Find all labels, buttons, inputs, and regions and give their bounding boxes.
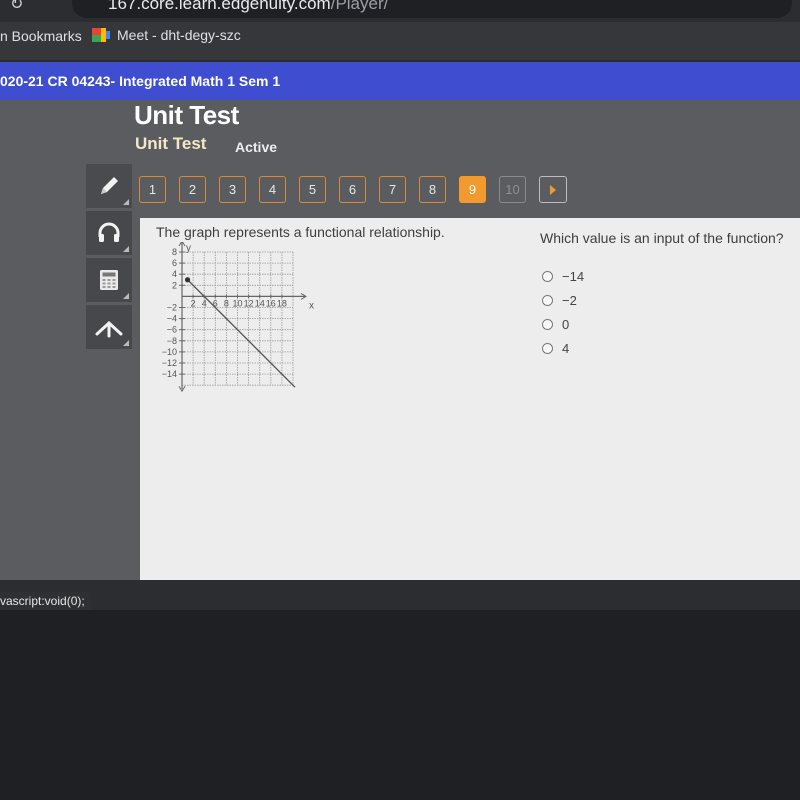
answer-option[interactable]: −14 <box>542 264 584 288</box>
question-navigation: 1 2 3 4 5 6 7 8 9 10 <box>139 176 567 203</box>
arrow-up-icon <box>95 320 123 338</box>
question-button-5[interactable]: 5 <box>299 176 326 203</box>
answer-label: 4 <box>562 340 570 356</box>
answer-option[interactable]: −2 <box>542 288 584 312</box>
answer-label: −2 <box>562 292 577 308</box>
x-tick-label: 10 <box>232 298 242 308</box>
y-axis-label: y <box>186 243 191 254</box>
x-tick-label: 18 <box>277 298 287 308</box>
answer-option[interactable]: 0 <box>542 312 584 336</box>
activity-title: Unit Test <box>135 134 207 153</box>
closed-endpoint <box>184 277 191 283</box>
question-button-7[interactable]: 7 <box>379 176 406 203</box>
radio-button[interactable] <box>542 318 553 330</box>
answer-label: 0 <box>562 316 570 332</box>
play-triangle-icon <box>550 184 556 195</box>
question-card: The graph represents a functional relati… <box>140 218 800 580</box>
question-button-3[interactable]: 3 <box>219 176 246 203</box>
y-tick-label: 8 <box>172 247 177 257</box>
pencil-tool-button[interactable] <box>86 164 132 208</box>
question-button-4[interactable]: 4 <box>259 176 286 203</box>
x-tick-label: 2 <box>191 298 196 308</box>
page-title: Unit Test <box>134 100 239 130</box>
answer-options: −14 −2 0 4 <box>542 264 584 360</box>
calculator-tool-button[interactable] <box>86 258 132 302</box>
player-footer <box>0 580 800 610</box>
dropdown-corner <box>123 199 129 205</box>
dropdown-corner <box>123 246 129 252</box>
status-badge: Active <box>235 139 278 155</box>
question-button-10[interactable]: 10 <box>499 176 526 203</box>
bookmark-all[interactable]: n Bookmarks <box>0 28 82 44</box>
player-content: Unit Test Unit Test Active 1 2 3 4 5 6 7… <box>0 100 800 580</box>
radio-button[interactable] <box>542 270 553 282</box>
headphones-tool-button[interactable] <box>86 211 132 255</box>
url-text[interactable]: 167.core.learn.edgenuity.com/Player/ <box>108 0 388 14</box>
bookmark-meet[interactable]: Meet - dht-degy-szc <box>92 27 241 43</box>
x-tick-label: 14 <box>255 298 265 308</box>
headphones-icon <box>98 222 120 242</box>
calculator-icon <box>100 270 118 290</box>
y-tick-label: −2 <box>167 303 177 313</box>
question-button-8[interactable]: 8 <box>419 176 446 203</box>
dropdown-corner <box>123 340 129 346</box>
x-tick-label: 12 <box>244 298 254 308</box>
course-title: 020-21 CR 04243- Integrated Math 1 Sem 1 <box>0 73 281 89</box>
browser-status-text: vascript:void(0); <box>0 592 91 612</box>
y-tick-label: −4 <box>167 314 177 324</box>
desktop-area <box>0 610 800 800</box>
y-tick-label: −12 <box>162 358 177 368</box>
x-tick-label: 8 <box>224 298 229 308</box>
question-prompt: The graph represents a functional relati… <box>156 224 445 240</box>
dropdown-corner <box>123 293 129 299</box>
x-tick-label: 16 <box>266 298 276 308</box>
answer-option[interactable]: 4 <box>542 336 584 360</box>
question-text: Which value is an input of the function? <box>540 230 784 246</box>
question-button-2[interactable]: 2 <box>179 176 206 203</box>
screen: ↻ 167.core.learn.edgenuity.com/Player/ n… <box>0 0 800 800</box>
y-tick-label: −8 <box>167 336 177 346</box>
radio-button[interactable] <box>542 342 553 354</box>
x-axis-label: x <box>309 300 314 311</box>
bookmark-meet-label: Meet - dht-degy-szc <box>117 27 241 43</box>
y-tick-label: −6 <box>167 325 177 335</box>
question-button-1[interactable]: 1 <box>139 176 166 203</box>
function-graph: yx2 4 6 8 10 12 14 16 188642−2−4−6−8−10−12−14 <box>162 242 314 393</box>
next-question-button[interactable] <box>539 176 567 203</box>
course-header: 020-21 CR 04243- Integrated Math 1 Sem 1 <box>0 62 800 100</box>
y-tick-label: −10 <box>162 347 177 357</box>
x-tick-label: 4 <box>202 298 207 308</box>
question-button-9[interactable]: 9 <box>459 176 486 203</box>
y-tick-label: −14 <box>162 369 177 379</box>
y-tick-label: 2 <box>172 280 177 290</box>
answer-label: −14 <box>562 268 585 284</box>
question-button-6[interactable]: 6 <box>339 176 366 203</box>
bookmarks-bar: n Bookmarks Meet - dht-degy-szc <box>0 22 800 60</box>
y-tick-label: 6 <box>172 258 177 268</box>
highlight-tool-button[interactable] <box>86 305 132 349</box>
browser-url-bar: ↻ 167.core.learn.edgenuity.com/Player/ <box>0 0 800 22</box>
google-meet-icon <box>92 28 110 42</box>
toolbar <box>86 164 132 352</box>
radio-button[interactable] <box>542 294 553 306</box>
y-tick-label: 4 <box>172 269 177 279</box>
reload-icon[interactable]: ↻ <box>10 0 23 14</box>
pencil-icon <box>101 177 118 194</box>
